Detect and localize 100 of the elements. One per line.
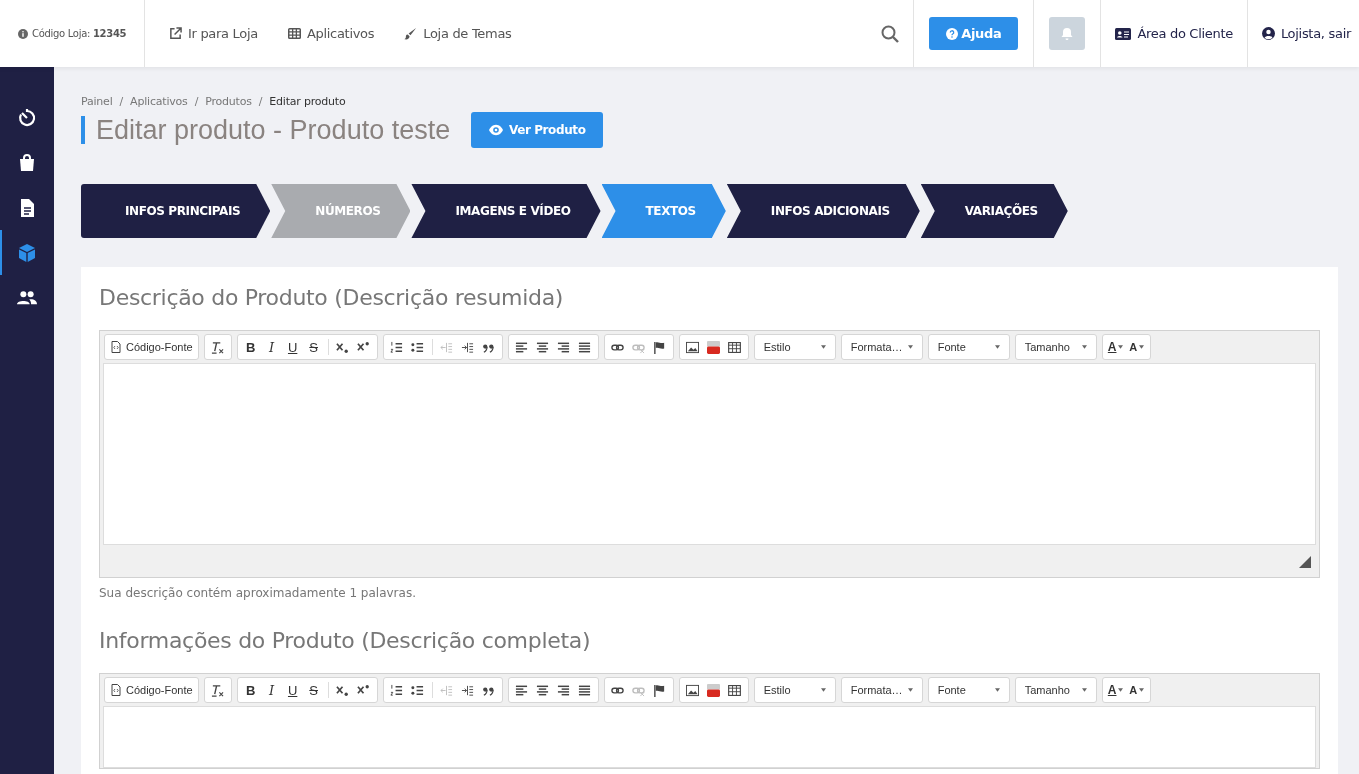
source-button[interactable]: Código-Fonte xyxy=(108,680,195,700)
client-area-link[interactable]: Área do Cliente xyxy=(1101,0,1248,67)
grid-icon xyxy=(287,27,301,40)
caret-icon xyxy=(820,345,826,349)
caret-icon xyxy=(1118,688,1124,692)
breadcrumb-link[interactable]: Aplicativos xyxy=(130,95,188,108)
table-icon xyxy=(728,340,742,354)
italic-button[interactable]: I xyxy=(261,680,282,700)
step-tab[interactable]: IMAGENS E VÍDEO xyxy=(411,184,601,238)
caret-icon xyxy=(1139,345,1145,349)
numbered-list-icon xyxy=(390,340,404,354)
text-color-button[interactable]: A xyxy=(1105,337,1126,357)
video-icon xyxy=(707,340,721,354)
underline-button[interactable]: U xyxy=(282,337,303,357)
nav-link[interactable]: Ir para Loja xyxy=(169,26,258,41)
step-tab[interactable]: VARIAÇÕES xyxy=(920,184,1068,238)
nav-link[interactable]: Loja de Temas xyxy=(404,26,512,41)
outdent-icon xyxy=(440,340,454,354)
bullet-list-icon xyxy=(411,683,425,697)
store-code: Código Loja: 12345 xyxy=(32,28,127,39)
outdent-icon xyxy=(440,683,454,697)
breadcrumb-link[interactable]: Produtos xyxy=(205,95,252,108)
dropdown[interactable]: Fonte xyxy=(931,680,1006,700)
clear-format-icon xyxy=(211,683,225,697)
breadcrumb-link[interactable]: Editar produto xyxy=(269,95,346,108)
shopping-bag-icon xyxy=(17,152,37,173)
background-color-button[interactable]: A xyxy=(1126,680,1147,700)
align-center-icon xyxy=(536,340,550,354)
dropdown[interactable]: Fonte xyxy=(931,337,1006,357)
caret-icon xyxy=(907,688,913,692)
id-card-icon xyxy=(1115,27,1132,40)
breadcrumb-separator: / xyxy=(119,95,124,108)
caret-icon xyxy=(1081,688,1087,692)
indent-icon xyxy=(461,340,475,354)
breadcrumb-separator: / xyxy=(194,95,199,108)
image-icon xyxy=(686,683,700,697)
caret-icon xyxy=(1139,688,1145,692)
caret-icon xyxy=(994,345,1000,349)
section-heading: Descrição do Produto (Descrição resumida) xyxy=(99,285,565,310)
resize-handle-icon[interactable] xyxy=(1299,556,1311,568)
caret-icon xyxy=(1081,345,1087,349)
page-title: Editar produto - Produto teste xyxy=(81,116,451,144)
word-count: Sua descrição contém aproximadamente 1 palavras. xyxy=(99,586,417,600)
bold-button[interactable]: B xyxy=(240,337,261,357)
superscript-icon xyxy=(357,340,371,354)
align-left-icon xyxy=(515,340,529,354)
align-right-icon xyxy=(557,340,571,354)
breadcrumb-separator: / xyxy=(258,95,263,108)
eye-icon xyxy=(488,123,503,137)
question-icon xyxy=(946,27,959,40)
code-file-icon xyxy=(110,684,122,696)
clear-format-icon xyxy=(211,340,225,354)
step-tab[interactable]: INFOS PRINCIPAIS xyxy=(81,184,271,238)
bell-icon xyxy=(1060,26,1075,41)
code-file-icon xyxy=(110,341,122,353)
caret-icon xyxy=(820,688,826,692)
caret-icon xyxy=(907,345,913,349)
align-center-icon xyxy=(536,683,550,697)
underline-button[interactable]: U xyxy=(282,680,303,700)
dropdown[interactable]: Estilo xyxy=(757,680,832,700)
text-color-button[interactable]: A xyxy=(1105,680,1126,700)
step-tab[interactable]: INFOS ADICIONAIS xyxy=(726,184,920,238)
numbered-list-icon xyxy=(390,683,404,697)
dropdown[interactable]: Formata… xyxy=(844,337,919,357)
dropdown[interactable]: Tamanho xyxy=(1018,337,1093,357)
flag-icon xyxy=(653,683,667,697)
align-left-icon xyxy=(515,683,529,697)
justify-icon xyxy=(578,340,592,354)
dropdown[interactable]: Estilo xyxy=(757,337,832,357)
subscript-icon xyxy=(336,683,350,697)
bullet-list-icon xyxy=(411,340,425,354)
background-color-button[interactable]: A xyxy=(1126,337,1147,357)
dropdown[interactable]: Tamanho xyxy=(1018,680,1093,700)
breadcrumb-link[interactable]: Painel xyxy=(81,95,113,108)
user-icon xyxy=(1261,27,1275,40)
justify-icon xyxy=(578,683,592,697)
search-icon[interactable] xyxy=(880,24,899,43)
section-heading: Informações do Produto (Descrição completa) xyxy=(99,628,592,653)
video-icon xyxy=(707,683,721,697)
logout-link[interactable]: Lojista, sair xyxy=(1247,0,1359,67)
caret-icon xyxy=(1118,345,1124,349)
info-icon xyxy=(18,28,28,39)
cube-icon xyxy=(17,242,37,263)
superscript-icon xyxy=(357,683,371,697)
brush-icon xyxy=(404,27,418,40)
strikethrough-button[interactable]: S xyxy=(303,680,324,700)
strikethrough-button[interactable]: S xyxy=(303,337,324,357)
image-icon xyxy=(686,340,700,354)
italic-button[interactable]: I xyxy=(261,337,282,357)
nav-link[interactable]: Aplicativos xyxy=(287,26,375,41)
caret-icon xyxy=(994,688,1000,692)
indent-icon xyxy=(461,683,475,697)
stopwatch-icon xyxy=(17,107,37,128)
external-link-icon xyxy=(169,27,182,40)
source-button[interactable]: Código-Fonte xyxy=(108,337,195,357)
dropdown[interactable]: Formata… xyxy=(844,680,919,700)
table-icon xyxy=(728,683,742,697)
subscript-icon xyxy=(336,340,350,354)
flag-icon xyxy=(653,340,667,354)
bold-button[interactable]: B xyxy=(240,680,261,700)
